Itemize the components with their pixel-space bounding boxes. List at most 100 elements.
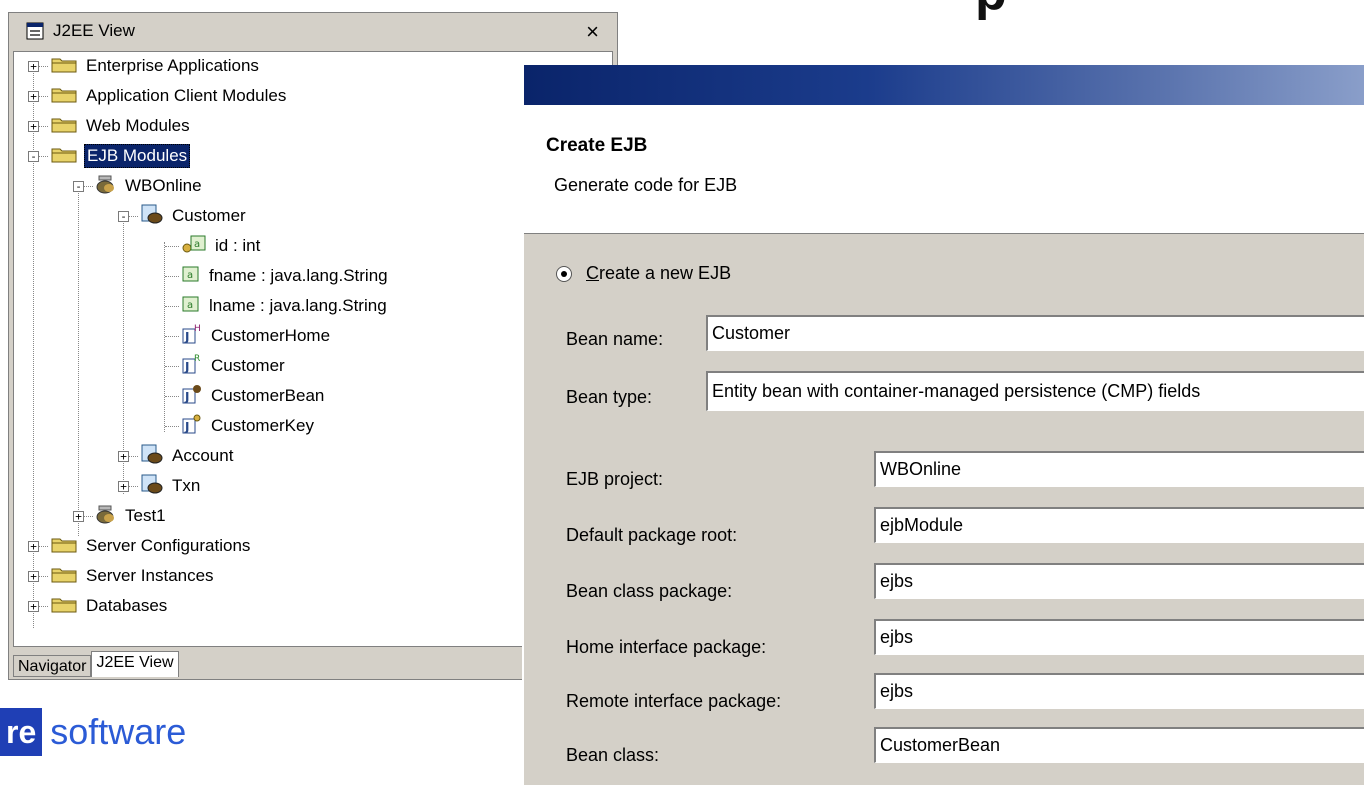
expand-icon[interactable]: + — [28, 121, 39, 132]
tree-item-label: CustomerKey — [211, 416, 314, 435]
folder-icon — [50, 55, 78, 78]
panel-header: J2EE View × — [9, 13, 617, 49]
tree-connector — [164, 242, 165, 432]
view-tabs: Navigator J2EE View — [13, 651, 179, 677]
remote-interface-package-field[interactable]: ejbs — [874, 673, 1364, 709]
tree-item[interactable]: Account — [130, 442, 235, 470]
ejb-project-field[interactable]: WBOnline — [874, 451, 1364, 487]
tree-item[interactable]: J CustomerKey — [171, 412, 316, 440]
tree-item[interactable]: Server Configurations — [40, 532, 252, 560]
bean-name-label-row: Bean name: — [566, 321, 663, 357]
bean-class-package-label-row: Bean class package: — [566, 573, 732, 609]
svg-text:J: J — [184, 420, 189, 434]
bean-name-field[interactable]: Customer — [706, 315, 1364, 351]
tree-item[interactable]: Databases — [40, 592, 169, 620]
tab-j2ee-view[interactable]: J2EE View — [91, 651, 179, 677]
expand-icon[interactable]: + — [28, 61, 39, 72]
bean-name-label: Bean name: — [566, 328, 664, 349]
tree-item[interactable]: Server Instances — [40, 562, 216, 590]
home-interface-package-label: Home interface package: — [566, 636, 767, 657]
tree-item[interactable]: J CustomerBean — [171, 382, 326, 410]
radio-selected-icon[interactable] — [556, 265, 572, 282]
remote-interface-package-label: Remote interface package: — [566, 690, 782, 711]
expand-icon[interactable]: + — [118, 481, 129, 492]
bean-class-field[interactable]: CustomerBean — [874, 727, 1364, 763]
bean-type-field[interactable]: Entity bean with container-managed persi… — [706, 371, 1364, 411]
ejb-project-label: EJB project: — [566, 468, 664, 489]
tree-item[interactable]: EJB Modules — [40, 142, 191, 170]
package-root-label: Default package root: — [566, 524, 738, 545]
bean-type-label: Bean type: — [566, 386, 653, 407]
tree-item[interactable]: a id : int — [171, 232, 262, 260]
tree-item[interactable]: Customer — [130, 202, 248, 230]
panel-title: J2EE View — [53, 21, 135, 40]
expand-icon[interactable]: + — [28, 91, 39, 102]
tree-item-label: Server Configurations — [86, 536, 251, 555]
svg-text:a: a — [194, 239, 200, 250]
brand-text: software — [50, 711, 187, 752]
expand-icon[interactable]: + — [118, 451, 129, 462]
folder-icon — [50, 145, 78, 168]
expand-icon[interactable]: + — [28, 601, 39, 612]
home-interface-package-field[interactable]: ejbs — [874, 619, 1364, 655]
svg-text:H: H — [194, 324, 201, 334]
brand-box: re — [0, 708, 43, 756]
tree-item[interactable]: J H CustomerHome — [171, 322, 332, 350]
svg-text:R: R — [194, 354, 200, 364]
bean-icon — [140, 203, 164, 230]
remote-interface-icon: JR — [181, 353, 203, 380]
ejb-project-label-row: EJB project: — [566, 461, 663, 497]
collapse-icon[interactable]: - — [73, 181, 84, 192]
expand-icon[interactable]: + — [28, 571, 39, 582]
bean-type-label-row: Bean type: — [566, 379, 652, 415]
expand-icon[interactable]: + — [28, 541, 39, 552]
j2ee-view-icon — [26, 22, 44, 40]
create-ejb-dialog: Create EJB Generate code for EJB Create … — [522, 65, 1364, 785]
key-class-icon: J — [181, 413, 203, 440]
key-field-icon: a — [181, 234, 207, 259]
bean-icon — [140, 443, 164, 470]
folder-icon — [50, 115, 78, 138]
svg-text:J: J — [184, 390, 189, 404]
folder-icon — [50, 595, 78, 618]
collapse-icon[interactable]: - — [28, 151, 39, 162]
tree-item-label: fname : java.lang.String — [209, 266, 388, 285]
dialog-heading: Create EJB — [546, 135, 648, 156]
tree-item-label: CustomerBean — [211, 386, 325, 405]
dialog-description: Generate code for EJB — [554, 175, 738, 195]
home-interface-icon: JH — [181, 323, 203, 350]
svg-text:a: a — [187, 300, 193, 311]
tree-item-label: Server Instances — [86, 566, 214, 585]
tree-item[interactable]: a lname : java.lang.String — [171, 292, 389, 320]
tree-item-label: WBOnline — [125, 176, 202, 195]
svg-text:J: J — [184, 330, 189, 344]
dialog-header: Create EJB Generate code for EJB — [524, 105, 1364, 234]
expand-icon[interactable]: + — [73, 511, 84, 522]
tree-item[interactable]: WBOnline — [85, 172, 204, 200]
package-root-field[interactable]: ejbModule — [874, 507, 1364, 543]
tree-item-label: CustomerHome — [211, 326, 331, 345]
tree-item-label: lname : java.lang.String — [209, 296, 387, 315]
collapse-icon[interactable]: - — [118, 211, 129, 222]
tree-connector — [78, 184, 79, 536]
tree-item[interactable]: Txn — [130, 472, 202, 500]
tree-item[interactable]: Web Modules — [40, 112, 192, 140]
tree-item[interactable]: a fname : java.lang.String — [171, 262, 390, 290]
tree-item[interactable]: Test1 — [85, 502, 168, 530]
tree-item-label: EJB Modules — [84, 144, 191, 168]
svg-text:J: J — [184, 360, 189, 374]
tab-navigator[interactable]: Navigator — [13, 655, 92, 677]
tree-item[interactable]: Enterprise Applications — [40, 52, 261, 80]
tree-item-label: id : int — [215, 236, 261, 255]
radio-label: Create a new EJB — [586, 263, 732, 283]
create-new-ejb-radio[interactable]: Create a new EJB — [556, 263, 731, 284]
close-icon[interactable]: × — [586, 19, 599, 45]
ejb-jar-icon — [95, 174, 117, 199]
tree-item[interactable]: Application Client Modules — [40, 82, 288, 110]
tree-item[interactable]: J R Customer — [171, 352, 287, 380]
bean-class-icon: J — [181, 383, 203, 410]
folder-icon — [50, 565, 78, 588]
home-interface-package-label-row: Home interface package: — [566, 629, 766, 665]
tree-item-label: Enterprise Applications — [86, 56, 259, 75]
bean-class-package-field[interactable]: ejbs — [874, 563, 1364, 599]
